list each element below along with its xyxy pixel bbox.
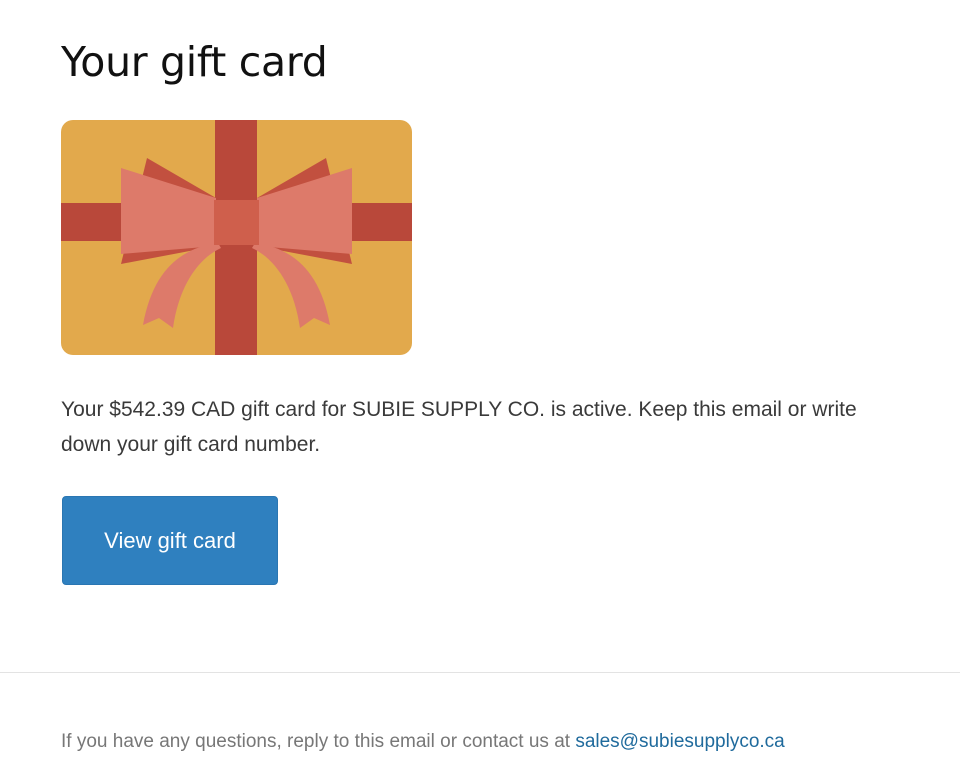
gift-card-message: Your $542.39 CAD gift card for SUBIE SUP… (61, 398, 857, 456)
gift-card-image (61, 120, 412, 355)
support-email-link[interactable]: sales@subiesupplyco.ca (575, 731, 784, 752)
footer-divider (0, 672, 960, 673)
gift-card-ribbon-bow-icon (61, 120, 412, 355)
view-gift-card-button[interactable]: View gift card (62, 496, 278, 585)
footer-contact-label: If you have any questions, reply to this… (61, 731, 576, 752)
page-title: Your gift card (61, 38, 328, 86)
footer-contact-text: If you have any questions, reply to this… (61, 728, 785, 756)
